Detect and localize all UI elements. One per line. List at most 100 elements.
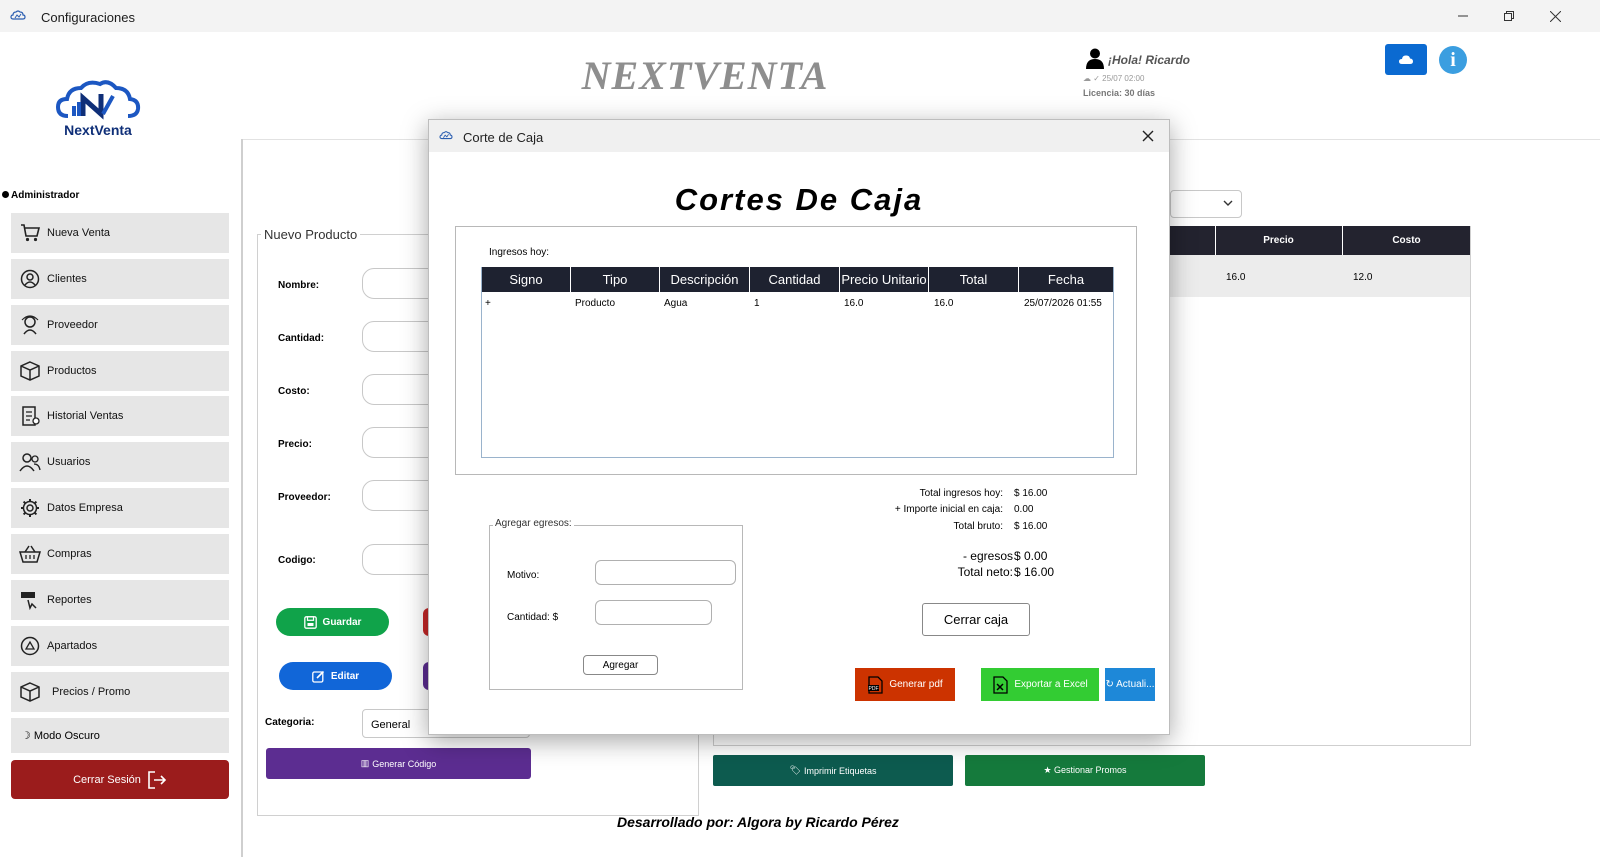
user-role: Administrador <box>2 190 79 201</box>
user-greeting: ¡Hola! Ricardo <box>1108 53 1191 67</box>
income-label: Ingresos hoy: <box>489 247 550 258</box>
gross-total-value: $ 16.00 <box>1014 521 1048 532</box>
costo-label: Costo: <box>278 386 310 397</box>
expenses-value: $ 0.00 <box>1014 549 1048 563</box>
restore-icon <box>1504 11 1514 21</box>
save-button[interactable]: Guardar <box>276 608 389 636</box>
col-fecha: Fecha <box>1019 267 1113 292</box>
cash-cut-dialog: Corte de Caja Cortes De Caja Ingresos ho… <box>428 119 1170 735</box>
motivo-input[interactable] <box>595 560 736 585</box>
add-expense-button[interactable]: Agregar <box>583 655 658 675</box>
dialog-title: Corte de Caja <box>463 130 544 145</box>
window-titlebar: Configuraciones <box>0 0 1600 32</box>
cell-fecha: 25/07/2026 01:55 <box>1024 298 1102 309</box>
app-icon <box>439 131 453 140</box>
user-icon <box>1086 48 1104 69</box>
sidebar-item-datos-empresa[interactable]: Datos Empresa <box>11 488 229 528</box>
restore-button[interactable] <box>1486 0 1532 32</box>
cantidad-label: Cantidad: <box>278 333 325 344</box>
sidebar-item-reportes[interactable]: Reportes <box>11 580 229 620</box>
sidebar-item-apartados[interactable]: Apartados <box>11 626 229 666</box>
info-button[interactable]: i <box>1439 46 1467 74</box>
sidebar-item-label: Precios / Promo <box>52 686 131 698</box>
col-costo: Costo <box>1342 226 1470 255</box>
close-icon <box>1142 130 1154 142</box>
layaway-icon <box>19 635 41 657</box>
history-icon <box>19 405 41 427</box>
expenses-label: - egresos <box>962 549 1013 563</box>
sidebar-item-label: Clientes <box>47 273 87 285</box>
logout-icon <box>148 770 167 789</box>
sidebar-item-nueva-venta[interactable]: Nueva Venta <box>11 213 229 253</box>
motivo-label: Motivo: <box>507 570 540 581</box>
col-total: Total <box>929 267 1019 292</box>
dark-mode-toggle[interactable]: ☽ Modo Oscuro <box>11 718 229 753</box>
barcode-icon: ▥ <box>360 758 370 768</box>
sidebar-item-compras[interactable]: Compras <box>11 534 229 574</box>
tag-icon: 🏷 <box>789 765 801 775</box>
sidebar-item-label: Apartados <box>47 640 98 652</box>
cell-cantidad: 1 <box>754 298 760 309</box>
expense-amount-label: Cantidad: $ <box>507 612 559 623</box>
sidebar-item-label: Compras <box>47 548 92 560</box>
cell-precio-unitario: 16.0 <box>844 298 864 309</box>
session-date: ☁ ✓ 25/07 02:00 <box>1083 74 1145 83</box>
expense-amount-input[interactable] <box>595 600 712 625</box>
col-signo: Signo <box>482 267 571 292</box>
minimize-icon <box>1458 15 1468 17</box>
cell-descripcion: Agua <box>664 298 688 309</box>
manage-promos-button[interactable]: ★ Gestionar Promos <box>965 755 1205 786</box>
export-excel-button[interactable]: Exportar a Excel <box>981 668 1099 701</box>
logo-text: NextVenta <box>64 122 132 138</box>
cloud-sync-button[interactable] <box>1385 44 1427 75</box>
close-register-button[interactable]: Cerrar caja <box>922 603 1030 636</box>
brand-title: NEXTVENTA <box>581 53 829 98</box>
dialog-close-button[interactable] <box>1137 126 1159 146</box>
save-icon <box>303 615 317 629</box>
proveedor-label: Proveedor: <box>278 492 331 503</box>
generate-pdf-button[interactable]: PDF Generar pdf <box>855 668 955 701</box>
income-table <box>481 267 1114 458</box>
initial-amount-value: 0.00 <box>1014 504 1034 515</box>
sidebar-item-clientes[interactable]: Clientes <box>11 259 229 299</box>
logout-button[interactable]: Cerrar Sesión <box>11 760 229 799</box>
precio-label: Precio: <box>278 439 312 450</box>
sidebar-item-usuarios[interactable]: Usuarios <box>11 442 229 482</box>
filter-dropdown[interactable] <box>1170 190 1242 218</box>
sidebar-item-precios-promo[interactable]: Precios / Promo <box>11 672 229 712</box>
print-labels-button[interactable]: 🏷 Imprimir Etiquetas <box>713 755 953 786</box>
sidebar-item-productos[interactable]: Productos <box>11 351 229 391</box>
table-row[interactable] <box>1162 255 1470 297</box>
net-total-value: $ 16.00 <box>1014 565 1055 579</box>
sidebar-item-historial-ventas[interactable]: Historial Ventas <box>11 396 229 436</box>
cell-costo: 12.0 <box>1353 272 1373 283</box>
info-icon: i <box>1450 48 1456 71</box>
nombre-label: Nombre: <box>278 280 320 291</box>
price-box-icon <box>19 681 41 703</box>
close-icon <box>1549 10 1561 22</box>
supplier-icon <box>19 314 41 336</box>
col-precio-unitario: Precio Unitario <box>840 267 929 292</box>
users-icon <box>19 451 41 473</box>
product-form-legend: Nuevo Producto <box>261 227 361 242</box>
nextventa-logo: NextVenta <box>55 80 141 138</box>
minimize-button[interactable] <box>1440 0 1486 32</box>
generate-code-button[interactable]: ▥ Generar Código <box>266 748 531 779</box>
sidebar-item-label: Reportes <box>47 594 92 606</box>
window-close-button[interactable] <box>1532 0 1578 32</box>
net-total-label: Total neto: <box>957 565 1013 579</box>
app-icon <box>10 10 26 20</box>
col-tipo: Tipo <box>571 267 660 292</box>
sidebar-item-label: Historial Ventas <box>47 410 124 422</box>
total-income-label: Total ingresos hoy: <box>919 488 1003 499</box>
refresh-button[interactable]: ↻ Actuali... <box>1105 668 1155 701</box>
clients-icon <box>19 268 41 290</box>
col-precio: Precio <box>1215 226 1341 255</box>
sidebar-item-proveedor[interactable]: Proveedor <box>11 305 229 345</box>
edit-button[interactable]: Editar <box>279 662 392 690</box>
sidebar-item-label: Datos Empresa <box>47 502 123 514</box>
cloud-icon <box>1399 55 1413 64</box>
cell-total: 16.0 <box>934 298 954 309</box>
footer-credit: Desarrollado por: Algora by Ricardo Pére… <box>617 814 899 830</box>
chevron-down-icon <box>1223 200 1233 206</box>
